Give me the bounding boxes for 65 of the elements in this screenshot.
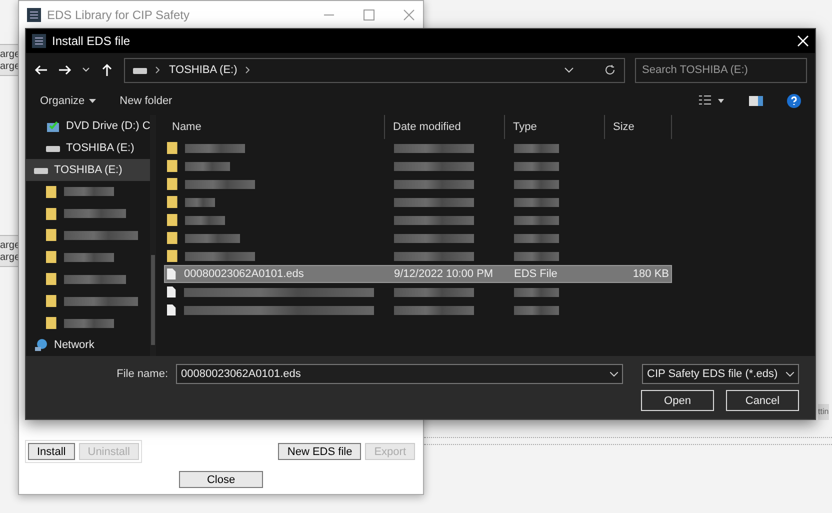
folder-icon: [46, 184, 58, 199]
file-icon: [167, 303, 178, 317]
open-button[interactable]: Open: [641, 390, 714, 411]
new-eds-file-button[interactable]: New EDS file: [278, 443, 362, 460]
help-icon: [787, 94, 801, 108]
address-bar[interactable]: TOSHIBA (E:): [124, 58, 625, 82]
app-icon: [32, 34, 46, 48]
chevron-down-icon: [82, 66, 90, 74]
up-arrow-icon: [100, 63, 114, 77]
forward-arrow-icon: [58, 63, 72, 77]
dvd-drive-icon: [46, 118, 60, 133]
file-type-dropdown[interactable]: CIP Safety EDS file (*.eds): [642, 364, 799, 384]
folder-icon: [167, 159, 179, 173]
column-header[interactable]: Size: [605, 115, 672, 139]
folder-icon: [167, 177, 179, 191]
folder-icon: [46, 206, 58, 221]
background-text: ttin: [818, 404, 829, 420]
install-button[interactable]: Install: [28, 443, 75, 460]
folder-icon: [167, 249, 179, 263]
network-icon: [34, 338, 48, 352]
folder-icon: [46, 228, 58, 242]
chevron-down-icon: [564, 66, 574, 74]
chevron-down-icon: [610, 372, 618, 376]
folder-icon: [46, 272, 58, 286]
nav-item[interactable]: DVD Drive (D:) C: [26, 115, 150, 137]
dialog-title: Install EDS file: [52, 34, 130, 48]
column-header[interactable]: Date modified: [385, 115, 505, 139]
file-icon: [167, 267, 178, 281]
view-options-icon: [699, 95, 725, 107]
folder-icon: [167, 195, 179, 209]
window-title: EDS Library for CIP Safety: [47, 8, 190, 22]
file-name-label: File name:: [116, 368, 168, 380]
app-icon: [27, 8, 41, 22]
breadcrumb-item[interactable]: TOSHIBA (E:): [169, 64, 238, 76]
back-arrow-icon: [34, 63, 48, 77]
folder-icon: [167, 231, 179, 245]
file-icon: [167, 285, 178, 299]
file-row[interactable]: 00080023062A0101.eds 9/12/2022 10:00 PM EDS File 180 KB: [164, 265, 672, 283]
column-header[interactable]: Name: [164, 115, 385, 139]
folder-icon: [46, 294, 58, 308]
refresh-icon: [604, 64, 616, 76]
chevron-right-icon: [155, 66, 161, 74]
folder-icon: [167, 213, 179, 227]
chevron-right-icon: [245, 66, 252, 74]
nav-item[interactable]: TOSHIBA (E:): [26, 136, 150, 159]
column-header[interactable]: Type: [505, 115, 605, 139]
file-name-field[interactable]: 00080023062A0101.eds: [176, 364, 623, 384]
nav-item[interactable]: Network: [26, 334, 150, 356]
preview-pane-icon: [749, 95, 763, 107]
folder-icon: [46, 316, 58, 330]
caret-icon: [88, 99, 96, 103]
search-field[interactable]: Search TOSHIBA (E:): [635, 58, 807, 82]
close-icon: [797, 35, 809, 47]
organize-menu-button[interactable]: Organize: [40, 95, 96, 107]
close-icon[interactable]: [403, 9, 415, 21]
scrollbar[interactable]: [150, 115, 156, 356]
close-button[interactable]: Close: [179, 471, 263, 488]
maximize-icon[interactable]: [363, 9, 375, 21]
folder-icon: [46, 250, 58, 264]
chevron-down-icon: [786, 372, 794, 376]
new-folder-button[interactable]: New folder: [120, 95, 172, 107]
folder-icon: [167, 141, 179, 155]
nav-item[interactable]: TOSHIBA (E:): [26, 158, 150, 181]
cancel-button[interactable]: Cancel: [726, 390, 799, 411]
drive-icon: [133, 65, 147, 75]
